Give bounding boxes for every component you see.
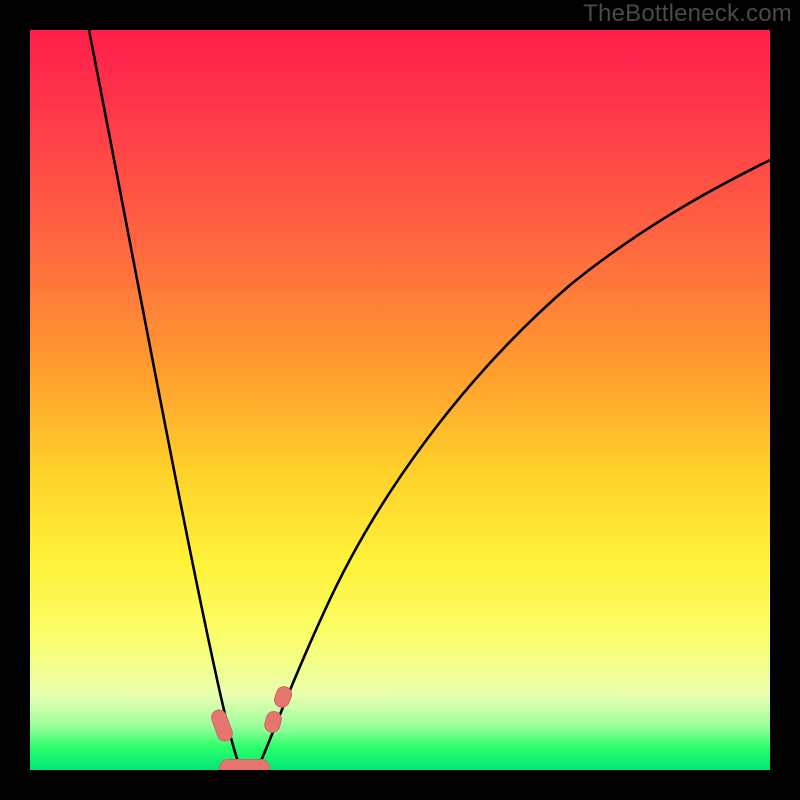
left-bottleneck-curve bbox=[89, 30, 239, 765]
right-bottleneck-curve bbox=[259, 160, 770, 765]
chart-plot-area bbox=[30, 30, 770, 770]
curve-layer bbox=[30, 30, 770, 770]
baseline-marker bbox=[219, 759, 271, 770]
watermark-text: TheBottleneck.com bbox=[583, 0, 792, 28]
